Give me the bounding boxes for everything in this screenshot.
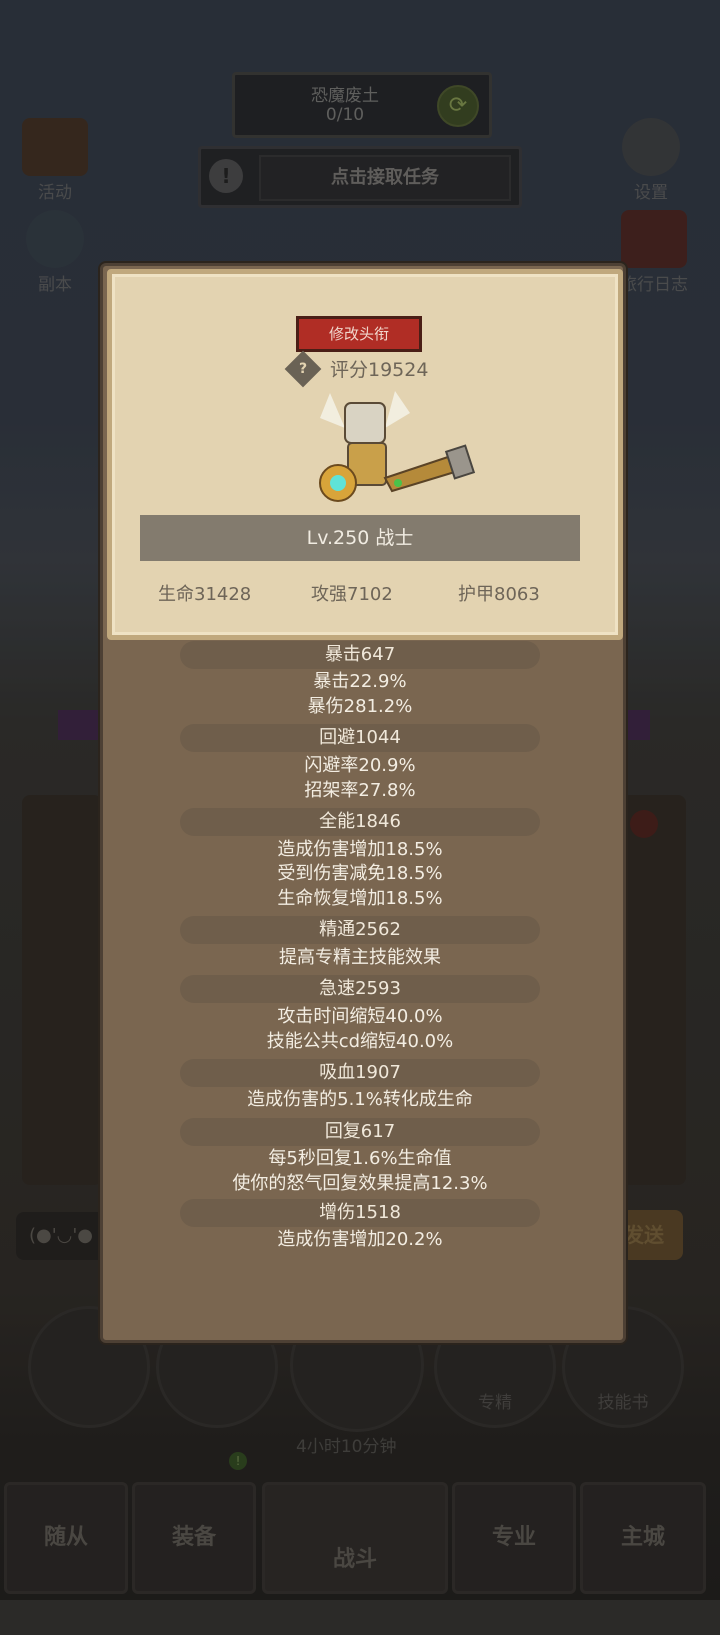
warrior-avatar [319, 391, 476, 502]
attr-regen-header: 回复617 [180, 1118, 540, 1146]
attr-line: 提高专精主技能效果 [279, 947, 441, 968]
attr-line: 生命恢复增加18.5% [277, 888, 443, 909]
attr-dodge-header: 回避1044 [180, 724, 540, 752]
attr-line: 受到伤害减免18.5% [277, 863, 443, 884]
attr-damage-header: 增伤1518 [180, 1199, 540, 1227]
armor-stat: 护甲8063 [458, 584, 540, 605]
attr-crit-header: 暴击647 [180, 641, 540, 669]
attr-line: 造成伤害增加20.2% [277, 1229, 443, 1250]
attr-line: 技能公共cd缩短40.0% [266, 1031, 454, 1052]
help-icon[interactable]: ? [284, 350, 322, 388]
attr-line: 暴伤281.2% [307, 696, 413, 717]
attr-line: 使你的怒气回复效果提高12.3% [232, 1173, 488, 1194]
attr-line: 造成伤害增加18.5% [277, 839, 443, 860]
attr-lifesteal-header: 吸血1907 [180, 1059, 540, 1087]
attr-line: 暴击22.9% [313, 671, 407, 692]
level-class-bar: Lv.250 战士 [140, 515, 580, 561]
attr-haste-header: 急速2593 [180, 975, 540, 1003]
attr-versatility-header: 全能1846 [180, 808, 540, 836]
hp-stat: 生命31428 [158, 584, 252, 605]
attr-line: 闪避率20.9% [304, 755, 416, 776]
change-title-button[interactable]: 修改头衔 [296, 316, 422, 352]
attr-line: 每5秒回复1.6%生命值 [268, 1148, 452, 1169]
attr-line: 攻击时间缩短40.0% [277, 1006, 443, 1027]
attr-line: 招架率27.8% [304, 780, 416, 801]
attr-line: 造成伤害的5.1%转化成生命 [247, 1089, 473, 1110]
score-row: ? 评分19524 [284, 350, 450, 388]
attack-stat: 攻强7102 [311, 584, 393, 605]
score-value: 评分19524 [330, 359, 429, 381]
attr-mastery-header: 精通2562 [180, 916, 540, 944]
